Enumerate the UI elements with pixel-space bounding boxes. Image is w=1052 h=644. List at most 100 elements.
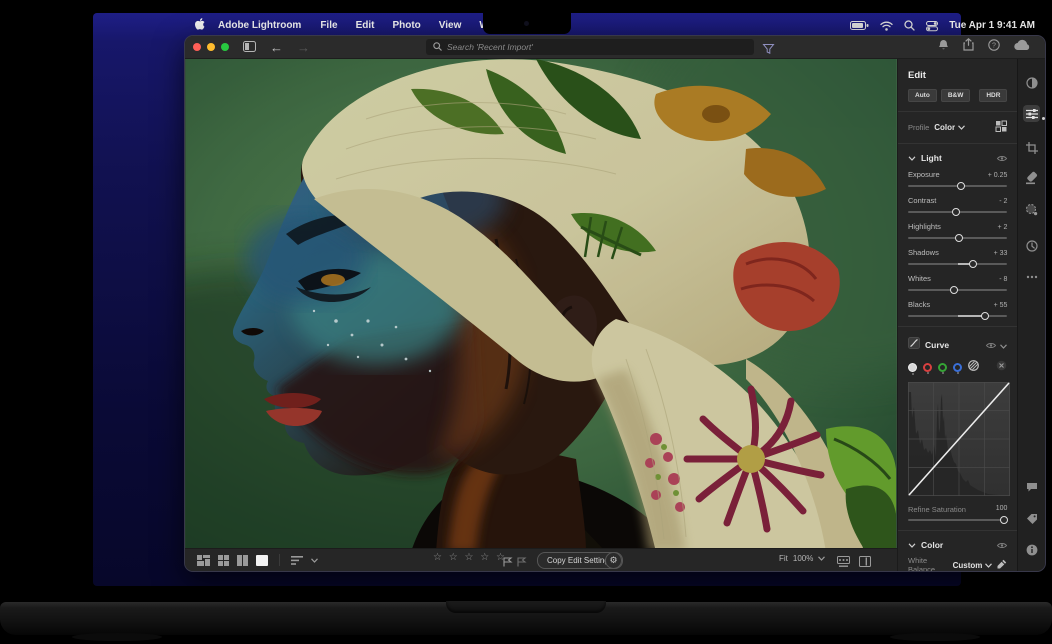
macos-menubar: Adobe Lightroom File Edit Photo View Win… xyxy=(181,16,1049,35)
curve-visibility-eye-icon[interactable] xyxy=(986,336,996,354)
section-chevron-icon[interactable] xyxy=(908,543,916,548)
cloud-sync-icon[interactable] xyxy=(1014,38,1031,56)
tone-curve-graph[interactable] xyxy=(908,382,1007,501)
forward-arrow-icon[interactable]: → xyxy=(297,41,310,54)
slider-knob[interactable] xyxy=(981,312,989,320)
sort-chevron-icon[interactable] xyxy=(311,558,318,563)
menubar-app-name[interactable]: Adobe Lightroom xyxy=(218,20,301,31)
curve-collapse-chevron-icon[interactable] xyxy=(1000,336,1007,354)
minimize-window-button[interactable] xyxy=(207,43,215,51)
share-icon[interactable] xyxy=(963,38,974,56)
curve-tool-icon xyxy=(908,336,920,354)
laptop-base xyxy=(0,602,1052,635)
curve-channel-parametric[interactable] xyxy=(968,358,979,376)
shadows-slider[interactable] xyxy=(908,263,1007,265)
auto-button[interactable]: Auto xyxy=(908,89,937,102)
section-chevron-icon[interactable] xyxy=(908,156,916,161)
wifi-icon[interactable] xyxy=(880,21,893,31)
keyword-tag-icon[interactable] xyxy=(1023,510,1040,527)
portrait-photo xyxy=(185,59,897,548)
zoom-window-button[interactable] xyxy=(221,43,229,51)
zoom-chevron-icon[interactable] xyxy=(818,554,825,563)
more-options-icon[interactable] xyxy=(1023,268,1040,285)
adjust-presets-icon[interactable] xyxy=(1023,74,1040,91)
search-placeholder: Search 'Recent Import' xyxy=(447,42,533,52)
sort-order-icon[interactable] xyxy=(291,556,303,565)
before-after-icon[interactable] xyxy=(859,554,871,572)
apple-menu-icon[interactable] xyxy=(195,18,206,33)
active-tool-marker xyxy=(1042,117,1045,120)
masking-icon[interactable] xyxy=(1023,201,1040,218)
pick-flag-icon[interactable] xyxy=(503,554,512,572)
hdr-button[interactable]: HDR xyxy=(979,89,1007,102)
color-visibility-eye-icon[interactable] xyxy=(997,542,1007,549)
curve-section-title[interactable]: Curve xyxy=(925,340,949,350)
refine-saturation-value: 100 xyxy=(996,505,1008,514)
refine-saturation-slider[interactable] xyxy=(908,519,1007,521)
profile-value-dropdown[interactable]: Color xyxy=(934,123,965,132)
highlights-slider[interactable] xyxy=(908,237,1007,239)
search-icon xyxy=(433,38,442,56)
detail-view-icon-active[interactable] xyxy=(256,555,268,566)
curve-channel-blue[interactable] xyxy=(953,363,962,372)
laptop-lid-scoop xyxy=(446,601,606,613)
slider-row: Blacks+ 55 xyxy=(908,300,1007,317)
curve-channel-red[interactable] xyxy=(923,363,932,372)
photo-grid-view-icon[interactable] xyxy=(197,555,210,566)
zoom-level-value[interactable]: 100% xyxy=(793,554,813,563)
profile-browser-icon[interactable] xyxy=(996,121,1007,134)
whites-slider[interactable] xyxy=(908,289,1007,291)
menu-edit[interactable]: Edit xyxy=(356,20,375,31)
menu-photo[interactable]: Photo xyxy=(392,20,420,31)
contrast-slider[interactable] xyxy=(908,211,1007,213)
spotlight-search-icon[interactable] xyxy=(904,20,915,31)
slider-knob[interactable] xyxy=(969,260,977,268)
slider-knob[interactable] xyxy=(1000,516,1008,524)
compare-view-icon[interactable] xyxy=(237,555,248,566)
crop-rotate-icon[interactable] xyxy=(1023,139,1040,156)
menu-file[interactable]: File xyxy=(320,20,337,31)
exposure-slider[interactable] xyxy=(908,185,1007,187)
square-grid-view-icon[interactable] xyxy=(218,555,229,566)
filmstrip-toggle-icon[interactable] xyxy=(837,554,850,572)
notifications-bell-icon[interactable] xyxy=(938,38,949,56)
menubar-clock[interactable]: Tue Apr 1 9:41 AM xyxy=(949,20,1035,31)
edit-sliders-icon-active[interactable] xyxy=(1023,105,1040,122)
white-balance-eyedropper-icon[interactable] xyxy=(997,559,1007,571)
light-section-title[interactable]: Light xyxy=(921,153,942,163)
search-input[interactable]: Search 'Recent Import' xyxy=(426,39,754,55)
curve-channel-green[interactable] xyxy=(938,363,947,372)
slider-knob[interactable] xyxy=(957,182,965,190)
slider-knob[interactable] xyxy=(950,286,958,294)
control-center-icon[interactable] xyxy=(926,21,938,31)
comments-icon[interactable] xyxy=(1023,479,1040,496)
bottom-toolbar: ☆ ☆ ☆ ☆ ☆ Copy Edit Settings ⚙ Fit 100% xyxy=(185,548,897,571)
sidebar-toggle-icon[interactable] xyxy=(243,41,256,54)
help-icon[interactable]: ? xyxy=(988,38,1000,56)
star-rating[interactable]: ☆ ☆ ☆ ☆ ☆ xyxy=(433,552,507,563)
zoom-fit-button[interactable]: Fit xyxy=(779,554,788,563)
slider-knob[interactable] xyxy=(955,234,963,242)
info-icon[interactable] xyxy=(1023,541,1040,558)
edit-panel-title: Edit xyxy=(908,70,1007,81)
refine-saturation-label: Refine Saturation xyxy=(908,505,966,514)
white-balance-dropdown[interactable]: Custom xyxy=(953,561,993,570)
photo-canvas[interactable] xyxy=(185,59,897,548)
versions-history-icon[interactable] xyxy=(1023,237,1040,254)
blacks-slider[interactable] xyxy=(908,315,1007,317)
slider-knob[interactable] xyxy=(952,208,960,216)
close-window-button[interactable] xyxy=(193,43,201,51)
filter-funnel-icon[interactable] xyxy=(763,41,774,59)
menu-view[interactable]: View xyxy=(439,20,462,31)
curve-channel-rgb[interactable] xyxy=(908,363,917,372)
color-section-title[interactable]: Color xyxy=(921,540,943,550)
healing-remove-icon[interactable] xyxy=(1023,170,1040,187)
bw-button[interactable]: B&W xyxy=(941,89,971,102)
light-visibility-eye-icon[interactable] xyxy=(997,155,1007,162)
curve-reset-icon[interactable] xyxy=(996,358,1007,376)
chevron-down-icon xyxy=(985,563,992,568)
back-arrow-icon[interactable]: ← xyxy=(270,41,283,54)
reject-flag-icon[interactable] xyxy=(517,554,526,572)
camera-dot xyxy=(524,21,529,26)
battery-icon[interactable] xyxy=(850,21,869,30)
